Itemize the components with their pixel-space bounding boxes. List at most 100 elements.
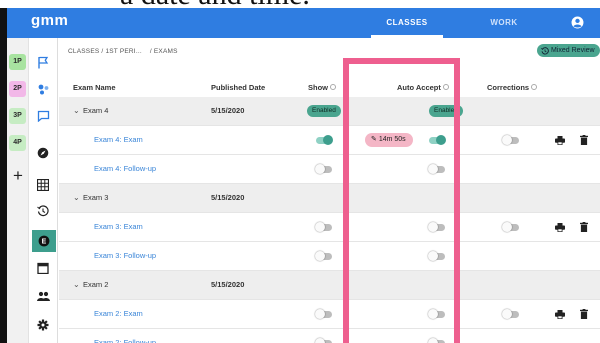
- auto-accept-toggle[interactable]: [428, 164, 445, 174]
- app-window: gmm CLASSES WORK 1P 2P 3P 4P + E CLASSES…: [7, 8, 600, 343]
- exam-link[interactable]: Exam 2: Follow-up: [94, 329, 156, 343]
- published-date: 5/15/2020: [211, 280, 245, 289]
- outer-frame-edge: [0, 8, 7, 343]
- exam-link[interactable]: Exam 4: Follow-up: [94, 155, 156, 183]
- header-exam-name: Exam Name: [73, 83, 116, 92]
- group-name[interactable]: ⌄ Exam 3: [73, 184, 108, 212]
- breadcrumb: CLASSES / 1ST PERI... / EXAMS: [68, 48, 178, 55]
- exam-row: Exam 4: Follow-up: [59, 155, 600, 184]
- cropped-caption: a date and time.: [0, 0, 600, 8]
- header-show-label: Show: [308, 83, 328, 92]
- info-icon[interactable]: [442, 84, 449, 90]
- group-name-text: Exam 3: [83, 193, 109, 202]
- show-toggle[interactable]: [315, 164, 332, 174]
- calendar-icon[interactable]: [36, 261, 50, 275]
- info-icon[interactable]: [531, 84, 538, 90]
- exam-row: Exam 4: Exam ✎ 14m 50s: [59, 126, 600, 155]
- timer-badge[interactable]: ✎ 14m 50s: [365, 133, 413, 147]
- flag-icon[interactable]: [36, 55, 50, 69]
- show-toggle[interactable]: [315, 222, 332, 232]
- exam-link[interactable]: Exam 3: Follow-up: [94, 242, 156, 270]
- breadcrumb-period[interactable]: 1ST PERI...: [105, 48, 141, 55]
- exam-row: Exam 3: Follow-up: [59, 242, 600, 271]
- header-corrections-label: Corrections: [487, 83, 530, 92]
- exam-link[interactable]: Exam 2: Exam: [94, 300, 143, 328]
- group-name[interactable]: ⌄ Exam 2: [73, 271, 108, 299]
- group-name-text: Exam 4: [83, 106, 109, 115]
- header-corrections: Corrections: [487, 83, 538, 92]
- period-button-2p[interactable]: 2P: [9, 81, 26, 97]
- corrections-toggle[interactable]: [502, 222, 519, 232]
- add-period-button[interactable]: +: [10, 167, 26, 185]
- people-dots-icon[interactable]: [36, 82, 50, 96]
- show-enabled-badge[interactable]: Enabled: [307, 105, 341, 117]
- exam-group-row[interactable]: ⌄ Exam 3 5/15/2020: [59, 184, 600, 213]
- chevron-down-icon[interactable]: ⌄: [73, 97, 83, 125]
- auto-accept-enabled-badge[interactable]: Enabled: [429, 105, 463, 117]
- settings-icon[interactable]: [36, 318, 50, 332]
- auto-accept-toggle[interactable]: [428, 251, 445, 261]
- timer-text: 14m 50s: [378, 136, 406, 143]
- chevron-down-icon[interactable]: ⌄: [73, 184, 83, 212]
- exams-panel: CLASSES / 1ST PERI... / EXAMS Mixed Revi…: [59, 38, 600, 343]
- tab-work[interactable]: WORK: [484, 8, 524, 38]
- group-name[interactable]: ⌄ Exam 4: [73, 97, 108, 125]
- show-toggle[interactable]: [315, 338, 332, 343]
- show-toggle[interactable]: [315, 251, 332, 261]
- print-icon[interactable]: [555, 136, 565, 145]
- group-icon[interactable]: [36, 289, 50, 303]
- breadcrumb-exams: EXAMS: [153, 48, 178, 55]
- exam-link[interactable]: Exam 4: Exam: [94, 126, 143, 154]
- show-toggle[interactable]: [316, 135, 333, 145]
- exam-group-row[interactable]: ⌄ Exam 4 5/15/2020 Enabled Enabled: [59, 97, 600, 126]
- grid-icon[interactable]: [36, 178, 50, 192]
- trash-icon[interactable]: [580, 135, 588, 145]
- chevron-down-icon[interactable]: ⌄: [73, 271, 83, 299]
- header-show: Show: [308, 83, 336, 92]
- svg-text:E: E: [42, 239, 47, 246]
- corrections-toggle[interactable]: [502, 309, 519, 319]
- header-auto-accept-label: Auto Accept: [397, 83, 441, 92]
- history-icon[interactable]: [36, 204, 50, 218]
- auto-accept-toggle[interactable]: [428, 222, 445, 232]
- auto-accept-toggle[interactable]: [428, 309, 445, 319]
- mixed-review-button[interactable]: Mixed Review: [537, 44, 600, 57]
- app-logo[interactable]: gmm: [31, 12, 68, 29]
- print-icon[interactable]: [555, 223, 565, 232]
- period-button-4p[interactable]: 4P: [9, 135, 26, 151]
- published-date: 5/15/2020: [211, 106, 245, 115]
- section-nav: E: [30, 38, 58, 343]
- breadcrumb-classes[interactable]: CLASSES: [68, 48, 99, 55]
- trash-icon[interactable]: [580, 309, 588, 319]
- trash-icon[interactable]: [580, 222, 588, 232]
- print-icon[interactable]: [555, 310, 565, 319]
- header-published-date: Published Date: [211, 83, 266, 92]
- exam-row: Exam 2: Exam: [59, 300, 600, 329]
- compass-icon[interactable]: [36, 146, 50, 160]
- auto-accept-toggle[interactable]: [428, 338, 445, 343]
- history-icon: [541, 46, 549, 55]
- exam-group-row[interactable]: ⌄ Exam 2 5/15/2020: [59, 271, 600, 300]
- group-name-text: Exam 2: [83, 280, 109, 289]
- exams-icon[interactable]: E: [32, 230, 56, 252]
- period-button-3p[interactable]: 3P: [9, 108, 26, 124]
- pencil-icon: ✎: [371, 136, 377, 143]
- exam-row: Exam 3: Exam: [59, 213, 600, 242]
- period-rail: 1P 2P 3P 4P +: [7, 38, 29, 343]
- period-button-1p[interactable]: 1P: [9, 54, 26, 70]
- mixed-review-label: Mixed Review: [551, 47, 595, 54]
- account-icon[interactable]: [571, 16, 584, 29]
- info-icon[interactable]: [330, 84, 336, 90]
- corrections-toggle[interactable]: [502, 135, 519, 145]
- exam-link[interactable]: Exam 3: Exam: [94, 213, 143, 241]
- tab-classes[interactable]: CLASSES: [371, 8, 443, 38]
- breadcrumb-separator: /: [149, 48, 152, 55]
- published-date: 5/15/2020: [211, 193, 245, 202]
- cropped-caption-text: a date and time.: [120, 0, 310, 8]
- exam-row: Exam 2: Follow-up: [59, 329, 600, 343]
- header-auto-accept: Auto Accept: [397, 83, 449, 92]
- auto-accept-toggle[interactable]: [429, 135, 446, 145]
- breadcrumb-separator: /: [101, 48, 104, 55]
- show-toggle[interactable]: [315, 309, 332, 319]
- chat-icon[interactable]: [36, 109, 50, 123]
